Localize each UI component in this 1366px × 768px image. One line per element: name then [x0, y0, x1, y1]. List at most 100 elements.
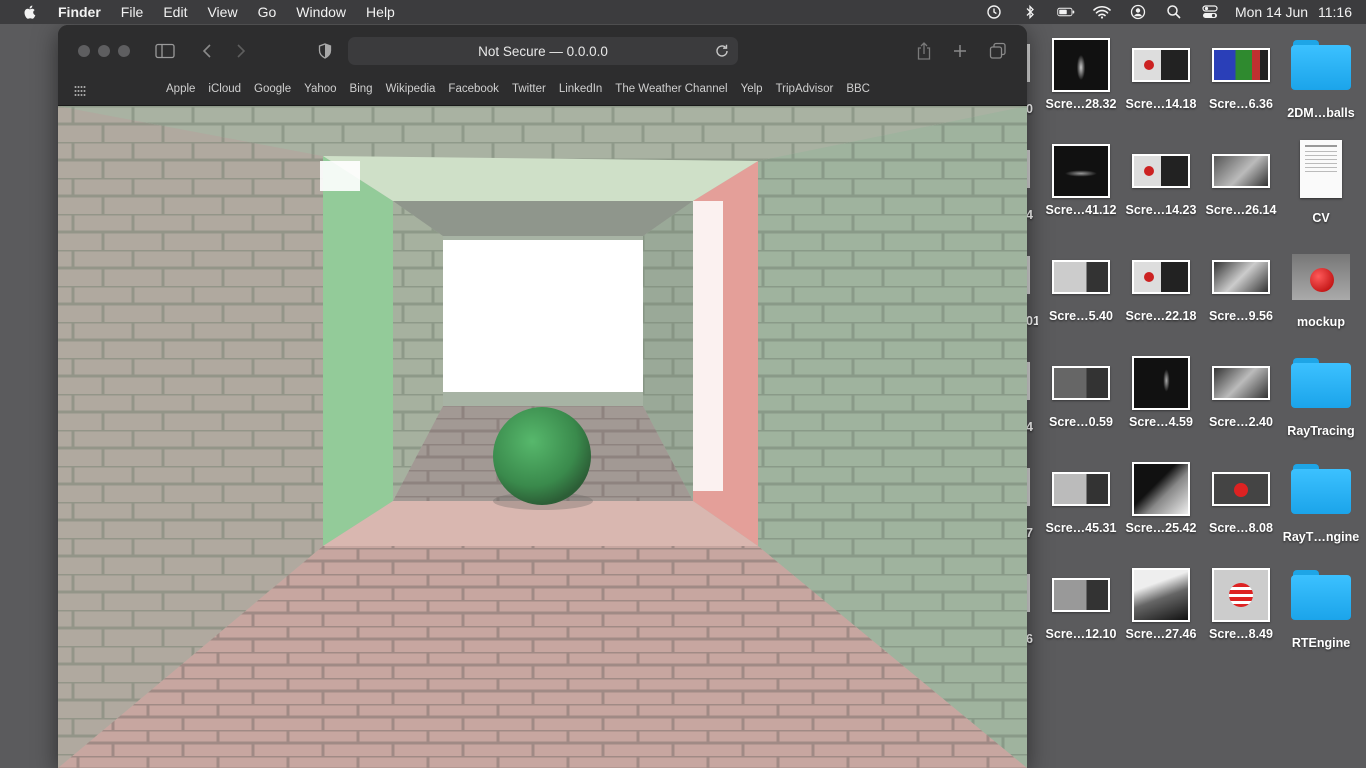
- back-icon[interactable]: [197, 41, 217, 61]
- menu-go[interactable]: Go: [258, 4, 277, 20]
- tab-overview-icon[interactable]: [988, 41, 1008, 61]
- desktop-file-screenshot[interactable]: Scre…5.40: [1038, 250, 1124, 323]
- favorite-apple[interactable]: Apple: [166, 83, 195, 95]
- wifi-icon[interactable]: [1093, 4, 1111, 20]
- favorite-bbc[interactable]: BBC: [846, 83, 870, 95]
- grid-icon[interactable]: [74, 85, 86, 97]
- favorite-tripadvisor[interactable]: TripAdvisor: [776, 83, 834, 95]
- desktop-file-cv[interactable]: CV: [1278, 140, 1364, 225]
- desktop-file-screenshot[interactable]: Scre…2.40: [1198, 356, 1284, 429]
- light-opening: [443, 240, 643, 392]
- desktop-file-screenshot[interactable]: Scre…41.12: [1038, 144, 1124, 217]
- favorite-yelp[interactable]: Yelp: [741, 83, 763, 95]
- favorites-bar: Apple iCloud Google Yahoo Bing Wikipedia…: [58, 77, 1027, 106]
- folder-icon: [1291, 356, 1351, 408]
- user-account-icon[interactable]: [1129, 4, 1147, 20]
- privacy-shield-icon[interactable]: [315, 41, 335, 61]
- desktop-partial-item[interactable]: 4: [1026, 358, 1034, 434]
- safari-window: Not Secure — 0.0.0.0 Apple iCloud Google…: [58, 25, 1027, 768]
- desktop-file-screenshot[interactable]: Scre…26.14: [1198, 144, 1284, 217]
- desktop-file-mockup[interactable]: mockup: [1278, 250, 1364, 329]
- screenshot-thumbnail: [1052, 38, 1110, 92]
- document-icon: [1300, 140, 1342, 198]
- desktop-folder[interactable]: RTEngine: [1278, 568, 1364, 650]
- mockup-thumbnail: [1292, 254, 1350, 300]
- desktop-partial-item[interactable]: 4: [1026, 146, 1034, 222]
- spotlight-search-icon[interactable]: [1165, 4, 1183, 20]
- favorite-facebook[interactable]: Facebook: [448, 83, 499, 95]
- screenshot-thumbnail: [1052, 366, 1110, 400]
- desktop-partial-item[interactable]: 6: [1026, 570, 1034, 646]
- screenshot-thumbnail: [1132, 260, 1190, 294]
- desktop-partial-item[interactable]: 0: [1026, 40, 1034, 116]
- desktop-file-screenshot[interactable]: Scre…25.42: [1118, 462, 1204, 535]
- share-icon[interactable]: [914, 41, 934, 61]
- menu-help[interactable]: Help: [366, 4, 395, 20]
- desktop-file-screenshot[interactable]: Scre…14.18: [1118, 38, 1204, 111]
- desktop-file-screenshot[interactable]: Scre…22.18: [1118, 250, 1204, 323]
- favorite-weather-channel[interactable]: The Weather Channel: [615, 83, 727, 95]
- desktop-folder[interactable]: RayT…ngine: [1278, 462, 1364, 544]
- menu-clock[interactable]: Mon 14 Jun 11:16: [1235, 4, 1352, 20]
- desktop-file-screenshot[interactable]: Scre…4.59: [1118, 356, 1204, 429]
- menu-file[interactable]: File: [121, 4, 144, 20]
- screenshot-thumbnail: [1132, 356, 1190, 410]
- desktop-partial-item[interactable]: 7: [1026, 464, 1034, 540]
- render-image: [58, 106, 1027, 768]
- screenshot-thumbnail: [1212, 48, 1270, 82]
- address-text: Not Secure — 0.0.0.0: [478, 43, 608, 59]
- folder-icon: [1291, 38, 1351, 90]
- desktop-folder[interactable]: RayTracing: [1278, 356, 1364, 438]
- screenshot-thumbnail: [1212, 472, 1270, 506]
- screenshot-thumbnail: [1052, 144, 1110, 198]
- desktop-file-screenshot[interactable]: Scre…45.31: [1038, 462, 1124, 535]
- apple-logo-icon[interactable]: [22, 4, 38, 20]
- address-bar[interactable]: Not Secure — 0.0.0.0: [348, 37, 738, 65]
- screenshot-thumbnail: [1052, 578, 1110, 612]
- bluetooth-icon[interactable]: [1021, 4, 1039, 20]
- screenshot-thumbnail: [1052, 472, 1110, 506]
- raytraced-render-canvas[interactable]: [58, 106, 1027, 768]
- screenshot-thumbnail: [1212, 154, 1270, 188]
- desktop-file-screenshot[interactable]: Scre…6.36: [1198, 38, 1284, 111]
- favorite-linkedin[interactable]: LinkedIn: [559, 83, 602, 95]
- desktop-folder[interactable]: 2DM…balls: [1278, 38, 1364, 120]
- menu-edit[interactable]: Edit: [163, 4, 187, 20]
- minimize-window-button[interactable]: [98, 45, 110, 57]
- folder-icon: [1291, 568, 1351, 620]
- green-sphere: [493, 407, 591, 505]
- desktop-file-screenshot[interactable]: Scre…28.32: [1038, 38, 1124, 111]
- favorite-wikipedia[interactable]: Wikipedia: [386, 83, 436, 95]
- time-machine-icon[interactable]: [985, 4, 1003, 20]
- favorite-google[interactable]: Google: [254, 83, 291, 95]
- favorite-yahoo[interactable]: Yahoo: [304, 83, 336, 95]
- forward-icon[interactable]: [231, 41, 251, 61]
- screenshot-thumbnail: [1132, 154, 1190, 188]
- reload-icon[interactable]: [714, 43, 730, 59]
- favorite-twitter[interactable]: Twitter: [512, 83, 546, 95]
- screenshot-thumbnail: [1212, 568, 1270, 622]
- clock-time: 11:16: [1318, 4, 1352, 20]
- battery-icon[interactable]: [1057, 4, 1075, 20]
- desktop-file-screenshot[interactable]: Scre…14.23: [1118, 144, 1204, 217]
- menu-view[interactable]: View: [207, 4, 237, 20]
- menu-app-finder[interactable]: Finder: [58, 4, 101, 20]
- desktop-file-screenshot[interactable]: Scre…27.46: [1118, 568, 1204, 641]
- desktop-partial-item[interactable]: 01: [1026, 252, 1038, 328]
- favorite-icloud[interactable]: iCloud: [208, 83, 241, 95]
- menu-window[interactable]: Window: [296, 4, 346, 20]
- desktop-file-screenshot[interactable]: Scre…8.08: [1198, 462, 1284, 535]
- folder-icon: [1291, 462, 1351, 514]
- menu-bar: Finder File Edit View Go Window Help Mon…: [0, 0, 1366, 24]
- new-tab-icon[interactable]: [950, 41, 970, 61]
- control-center-icon[interactable]: [1201, 4, 1219, 20]
- close-window-button[interactable]: [78, 45, 90, 57]
- desktop-file-screenshot[interactable]: Scre…9.56: [1198, 250, 1284, 323]
- desktop-file-screenshot[interactable]: Scre…12.10: [1038, 568, 1124, 641]
- desktop-file-screenshot[interactable]: Scre…0.59: [1038, 356, 1124, 429]
- screenshot-thumbnail: [1132, 48, 1190, 82]
- zoom-window-button[interactable]: [118, 45, 130, 57]
- sidebar-toggle-icon[interactable]: [155, 41, 175, 61]
- desktop-file-screenshot[interactable]: Scre…8.49: [1198, 568, 1284, 641]
- favorite-bing[interactable]: Bing: [350, 83, 373, 95]
